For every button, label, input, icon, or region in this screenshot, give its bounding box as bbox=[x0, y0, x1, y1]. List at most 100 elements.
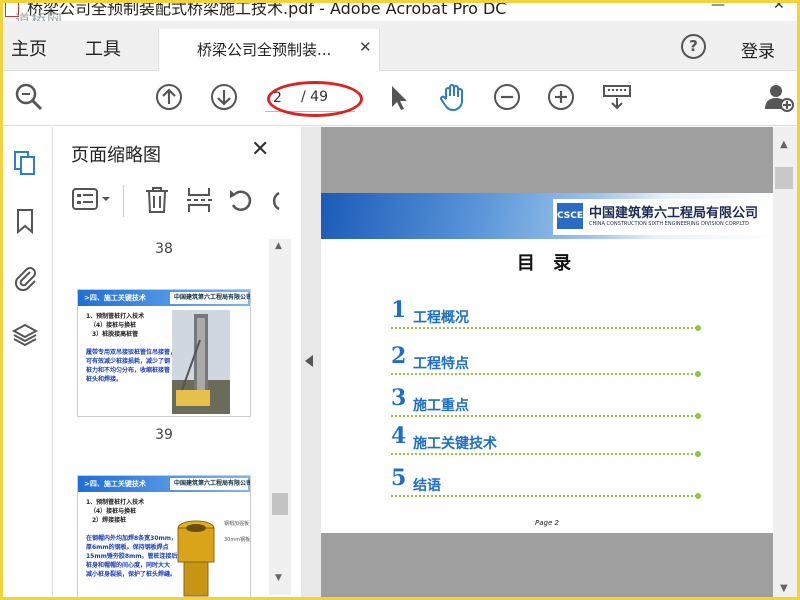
toc-entry[interactable]: 5 结语 bbox=[391, 465, 701, 499]
thumbnail-text: 可有效减少桩接损耗，减少了钢 bbox=[86, 358, 171, 365]
thumbnail-text: 2）焊接接桩 bbox=[92, 517, 127, 524]
thumbnail-company: 中国建筑第六工程局有限公司 bbox=[170, 478, 250, 490]
toc-number: 2 bbox=[391, 343, 407, 369]
site-watermark: 道桥网 bbox=[15, 11, 64, 21]
scroll-down-arrow[interactable]: ▼ bbox=[780, 583, 788, 594]
zoom-in-icon[interactable] bbox=[545, 81, 577, 113]
thumbnail-text: 减小桩身裂损，保护了桩头焊缝。 bbox=[86, 571, 177, 578]
document-scrollbar[interactable]: ▲ ▼ bbox=[773, 127, 797, 597]
close-tab-icon[interactable]: ✕ bbox=[359, 38, 372, 56]
pile-cap-illustration bbox=[177, 520, 215, 597]
page-thumbnail[interactable]: >四、施工关键技术 中国建筑第六工程局有限公司 1、预制管桩打入技术 （4）接桩… bbox=[77, 475, 251, 597]
page-banner: CSCEC 中国建筑第六工程局有限公司 CHINA CONSTRUCTION S… bbox=[321, 193, 773, 239]
panel-collapse-handle[interactable] bbox=[301, 127, 321, 597]
tab-document[interactable]: 桥梁公司全预制装... ✕ bbox=[158, 29, 380, 71]
thumbnail-heading: >四、施工关键技术 bbox=[84, 480, 146, 488]
acrobat-window: 桥梁公司全预制装配式桥梁施工技术.pdf - Adobe Acrobat Pro… bbox=[0, 0, 800, 600]
toc-text: 工程特点 bbox=[413, 356, 469, 372]
document-scroll-thumb[interactable] bbox=[775, 167, 793, 189]
rotate-left-icon[interactable] bbox=[227, 185, 255, 215]
thumbnail-heading: >四、施工关键技术 bbox=[84, 294, 146, 302]
toc-number: 5 bbox=[391, 465, 407, 491]
close-window-icon[interactable]: ✕ bbox=[773, 3, 785, 13]
toc-entry[interactable]: 3 施工重点 bbox=[391, 385, 701, 419]
thumbnail-text: 厚6mm的钢板。保持钢板焊点 bbox=[86, 544, 169, 551]
toc-dot bbox=[695, 413, 701, 419]
callout-label: 钢帽加强板 bbox=[224, 521, 250, 527]
panel-toolbar bbox=[69, 185, 301, 225]
document-view: CSCEC 中国建筑第六工程局有限公司 CHINA CONSTRUCTION S… bbox=[321, 127, 773, 597]
extract-page-icon[interactable] bbox=[185, 185, 213, 215]
toc-number: 4 bbox=[391, 423, 407, 449]
zoom-search-icon[interactable] bbox=[13, 81, 45, 113]
tab-tools[interactable]: 工具 bbox=[85, 35, 121, 61]
rotate-right-icon[interactable] bbox=[265, 185, 281, 215]
close-panel-icon[interactable]: ✕ bbox=[251, 137, 269, 162]
bookmark-icon[interactable] bbox=[11, 207, 39, 235]
callout-label: 30mm钢板 bbox=[224, 537, 251, 543]
toc-dot bbox=[695, 493, 701, 499]
page-number-footer: Page 2 bbox=[535, 519, 559, 527]
toolbar: / 49 bbox=[3, 71, 797, 126]
hand-tool-icon[interactable] bbox=[437, 81, 469, 113]
company-name: 中国建筑第六工程局有限公司 bbox=[589, 206, 759, 221]
page-thumbnails-icon[interactable] bbox=[11, 149, 39, 177]
thumbnail-company: 中国建筑第六工程局有限公司 bbox=[170, 292, 250, 304]
thumbnail-text: （4）接桩与换桩 bbox=[90, 508, 137, 515]
pile-driver-photo bbox=[172, 310, 230, 414]
thumbnail-text: 1、预制管桩打入技术 bbox=[86, 313, 145, 320]
toolbar-divider bbox=[123, 185, 124, 217]
previous-page-icon[interactable] bbox=[153, 81, 185, 113]
thumbnail-header: >四、施工关键技术 中国建筑第六工程局有限公司 bbox=[78, 476, 250, 492]
zoom-out-icon[interactable] bbox=[491, 81, 523, 113]
scroll-down-arrow[interactable]: ▼ bbox=[275, 573, 282, 583]
toc-entry[interactable]: 1 工程概况 bbox=[391, 297, 701, 331]
thumbnail-text: 履带专用双吊接驳桩管位吊接管， bbox=[86, 349, 177, 356]
collapse-arrow-icon[interactable] bbox=[305, 355, 313, 367]
toc-entry[interactable]: 4 施工关键技术 bbox=[391, 423, 701, 457]
thumbnail-text: 桩力和不均匀分布，收缩桩接管 bbox=[86, 367, 171, 374]
cscec-logo-icon: CSCEC bbox=[557, 203, 590, 229]
tab-bar: 主页 工具 桥梁公司全预制装... ✕ ? 登录 bbox=[3, 21, 797, 71]
thumbnail-text: 3）桩脱接高桩管 bbox=[92, 331, 139, 338]
scroll-up-arrow[interactable]: ▲ bbox=[275, 241, 282, 251]
toc-number: 3 bbox=[391, 385, 407, 411]
company-name-en: CHINA CONSTRUCTION SIXTH ENGINEERING DIV… bbox=[589, 221, 749, 227]
page-thumbnail[interactable]: >四、施工关键技术 中国建筑第六工程局有限公司 1、预制管桩打入技术 （4）接桩… bbox=[77, 289, 251, 417]
thumbnail-options-icon[interactable] bbox=[71, 185, 115, 215]
add-user-icon[interactable] bbox=[763, 81, 795, 113]
minimize-icon[interactable]: — bbox=[711, 3, 725, 13]
thumbnail-text: 桩头和焊接。 bbox=[86, 376, 123, 383]
tab-home[interactable]: 主页 bbox=[11, 35, 47, 61]
toc-entry[interactable]: 2 工程特点 bbox=[391, 343, 701, 377]
toc-text: 结语 bbox=[413, 478, 441, 494]
left-navigation-rail bbox=[3, 127, 53, 597]
panel-scrollbar[interactable]: ▲ ▼ bbox=[269, 239, 291, 595]
title-bar: 桥梁公司全预制装配式桥梁施工技术.pdf - Adobe Acrobat Pro… bbox=[3, 3, 797, 21]
next-page-icon[interactable] bbox=[208, 81, 240, 113]
window-title: 桥梁公司全预制装配式桥梁施工技术.pdf - Adobe Acrobat Pro… bbox=[27, 3, 507, 18]
toc-title: 目 录 bbox=[516, 253, 578, 274]
attachment-icon[interactable] bbox=[11, 263, 39, 291]
toc-dot bbox=[695, 371, 701, 377]
panel-scroll-thumb[interactable] bbox=[272, 493, 288, 515]
toc-text: 施工重点 bbox=[413, 398, 469, 414]
thumbnail-text: 15mm锤夯胶8mm。管桩连接后 bbox=[86, 553, 178, 560]
thumbnail-text: 1、预制管桩打入技术 bbox=[86, 499, 145, 506]
annotation-highlight-circle bbox=[267, 81, 363, 117]
toc-text: 工程概况 bbox=[413, 310, 469, 326]
layers-icon[interactable] bbox=[11, 321, 39, 349]
thumbnail-header: >四、施工关键技术 中国建筑第六工程局有限公司 bbox=[78, 290, 250, 306]
company-logo: CSCEC 中国建筑第六工程局有限公司 CHINA CONSTRUCTION S… bbox=[553, 199, 773, 235]
select-arrow-icon[interactable] bbox=[383, 81, 415, 113]
keyboard-scroll-icon[interactable] bbox=[601, 81, 633, 113]
toc-text: 施工关键技术 bbox=[413, 436, 497, 452]
panel-title: 页面缩略图 bbox=[71, 145, 161, 166]
delete-page-icon[interactable] bbox=[143, 185, 171, 215]
scroll-up-arrow[interactable]: ▲ bbox=[780, 139, 788, 150]
toc-number: 1 bbox=[391, 297, 407, 323]
thumbnail-panel: 页面缩略图 ✕ 38 >四、施工关键技术 中国建筑第六工程局有限公司 1、预制管… bbox=[53, 127, 301, 597]
thumbnail-label: 39 bbox=[155, 427, 173, 443]
help-icon[interactable]: ? bbox=[681, 34, 706, 59]
login-button[interactable]: 登录 bbox=[741, 37, 775, 62]
